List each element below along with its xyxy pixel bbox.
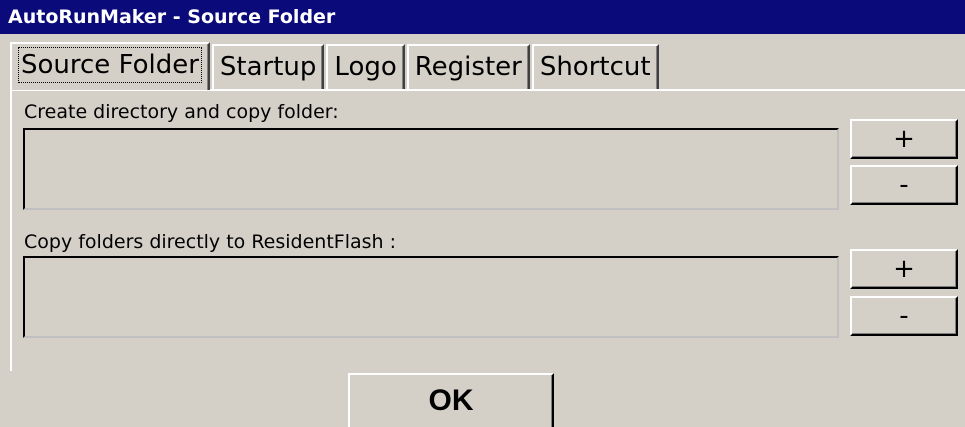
tab-source-folder[interactable]: Source Folder [10,42,210,90]
tab-startup-label: Startup [219,52,317,82]
minus-icon: - [899,301,909,331]
create-directory-label: Create directory and copy folder: [24,101,339,123]
tab-register-label: Register [414,52,522,82]
copy-to-residentflash-label: Copy folders directly to ResidentFlash : [24,231,397,253]
tab-logo-label: Logo [334,52,397,82]
source-folder-tab-page: Create directory and copy folder: + - Co… [10,89,965,371]
add-residentflash-folder-button[interactable]: + [850,249,958,289]
add-create-folder-button[interactable]: + [850,119,958,159]
tab-shortcut-label: Shortcut [539,52,651,82]
tab-strip: Source Folder Startup Logo Register Shor… [10,42,661,90]
autorunmaker-window: AutoRunMaker - Source Folder Source Fold… [0,0,965,427]
window-title: AutoRunMaker - Source Folder [8,6,336,28]
ok-button[interactable]: OK [348,373,554,427]
create-directory-folder-list[interactable] [23,128,839,210]
tab-shortcut[interactable]: Shortcut [531,44,659,90]
ok-button-label: OK [428,384,474,417]
remove-create-folder-button[interactable]: - [850,165,958,205]
tab-source-folder-label: Source Folder [18,47,202,83]
tab-register[interactable]: Register [406,44,530,90]
remove-residentflash-folder-button[interactable]: - [850,296,958,336]
copy-to-residentflash-folder-list[interactable] [23,256,839,338]
plus-icon: + [893,254,915,284]
tab-startup[interactable]: Startup [211,44,325,90]
tab-logo[interactable]: Logo [326,44,405,90]
minus-icon: - [899,170,909,200]
plus-icon: + [893,124,915,154]
title-bar: AutoRunMaker - Source Folder [0,0,965,34]
